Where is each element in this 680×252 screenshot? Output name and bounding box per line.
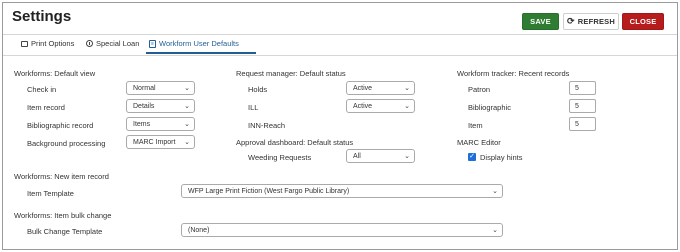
weeding-requests-select[interactable]: All ⌄ (346, 149, 415, 163)
section-heading-item-bulk-change: Workforms: Item bulk change (14, 211, 112, 220)
select-value: Normal (133, 84, 156, 92)
section-heading-workform-tracker: Workform tracker: Recent records (457, 69, 570, 78)
tab-print-options[interactable]: Print Options (21, 39, 74, 48)
chevron-down-icon: ⌄ (492, 188, 498, 195)
select-value: Active (353, 102, 373, 110)
field-label: Patron (468, 85, 491, 94)
chevron-down-icon: ⌄ (184, 121, 190, 128)
select-value: WFP Large Print Fiction (West Fargo Publ… (188, 187, 350, 195)
checkin-view-select[interactable]: Normal ⌄ (126, 81, 195, 95)
select-value: Active (353, 84, 373, 92)
close-button[interactable]: CLOSE (622, 13, 664, 30)
holds-status-select[interactable]: Active ⌄ (346, 81, 415, 95)
field-label: Check in (27, 85, 57, 94)
section-heading-request-manager: Request manager: Default status (236, 69, 346, 78)
section-heading-marc-editor: MARC Editor (457, 138, 501, 147)
printer-icon (21, 40, 28, 47)
clock-icon (86, 40, 93, 47)
section-heading-new-item-record: Workforms: New item record (14, 172, 109, 181)
field-label: Item record (27, 103, 65, 112)
background-processing-select[interactable]: MARC Import ⌄ (126, 135, 195, 149)
item-recent-count-input[interactable]: 5 (569, 117, 596, 131)
chevron-down-icon: ⌄ (404, 85, 410, 92)
field-label: Background processing (27, 139, 106, 148)
tabs-divider (3, 55, 677, 56)
field-label: Item (468, 121, 483, 130)
tab-workform-user-defaults[interactable]: ≡ Workform User Defaults (149, 39, 239, 48)
header-divider (3, 34, 677, 35)
bulk-change-template-select[interactable]: (None) ⌄ (181, 223, 503, 237)
field-label: Item Template (27, 189, 74, 198)
item-template-select[interactable]: WFP Large Print Fiction (West Fargo Publ… (181, 184, 503, 198)
tab-special-loan[interactable]: Special Loan (86, 39, 139, 48)
select-value: (None) (188, 226, 210, 234)
bibliographic-record-view-select[interactable]: Items ⌄ (126, 117, 195, 131)
ill-status-select[interactable]: Active ⌄ (346, 99, 415, 113)
select-value: Details (133, 102, 155, 110)
field-label: Bulk Change Template (27, 227, 103, 236)
chevron-down-icon: ⌄ (184, 85, 190, 92)
refresh-icon: ⟳ (567, 16, 575, 26)
field-label: ILL (248, 103, 259, 112)
document-icon: ≡ (149, 39, 156, 48)
display-hints-label: Display hints (480, 153, 523, 162)
chevron-down-icon: ⌄ (184, 103, 190, 110)
page-title: Settings (12, 8, 72, 25)
field-label: INN-Reach (248, 121, 286, 130)
field-label: Bibliographic (468, 103, 511, 112)
tab-label: Special Loan (96, 39, 140, 48)
active-tab-indicator (146, 52, 256, 54)
select-value: All (353, 152, 361, 160)
chevron-down-icon: ⌄ (404, 153, 410, 160)
refresh-label: REFRESH (577, 17, 615, 26)
item-record-view-select[interactable]: Details ⌄ (126, 99, 195, 113)
bibliographic-recent-count-input[interactable]: 5 (569, 99, 596, 113)
refresh-button[interactable]: ⟳ REFRESH (563, 13, 619, 30)
display-hints-checkbox[interactable]: ✓ (468, 153, 476, 161)
chevron-down-icon: ⌄ (492, 227, 498, 234)
section-heading-default-view: Workforms: Default view (14, 69, 96, 78)
section-heading-approval-dashboard: Approval dashboard: Default status (236, 138, 354, 147)
field-label: Bibliographic record (27, 121, 94, 130)
field-label: Holds (248, 85, 268, 94)
patron-recent-count-input[interactable]: 5 (569, 81, 596, 95)
chevron-down-icon: ⌄ (404, 103, 410, 110)
chevron-down-icon: ⌄ (184, 139, 190, 146)
save-button[interactable]: SAVE (522, 13, 559, 30)
tab-label: Workform User Defaults (159, 39, 239, 48)
select-value: MARC Import (133, 138, 176, 146)
tab-label: Print Options (31, 39, 75, 48)
field-label: Weeding Requests (248, 153, 312, 162)
select-value: Items (133, 120, 151, 128)
